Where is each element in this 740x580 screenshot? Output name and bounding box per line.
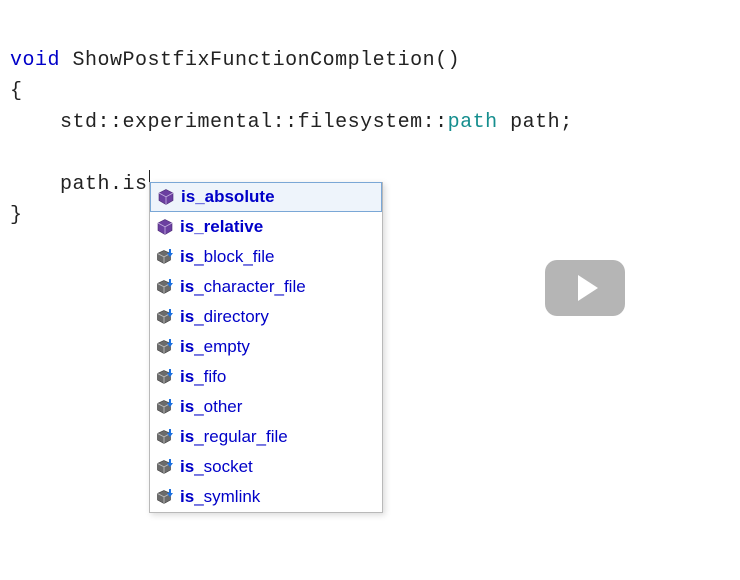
completion-item[interactable]: is_fifo [150,362,382,392]
completion-item[interactable]: is_regular_file [150,422,382,452]
completion-item[interactable]: is_socket [150,452,382,482]
extension-method-icon [156,398,174,416]
method-icon [156,218,174,236]
extension-method-icon [156,428,174,446]
extension-method-icon [156,248,174,266]
ns-filesystem: filesystem [298,111,423,134]
completion-item-label: is_absolute [181,187,275,207]
method-icon [157,188,175,206]
completion-item[interactable]: is_character_file [150,272,382,302]
extension-method-icon [156,488,174,506]
type-path: path [448,111,498,134]
completion-item[interactable]: is_absolute [150,182,382,212]
completion-item-label: is_directory [180,307,269,327]
completion-item-label: is_relative [180,217,263,237]
extension-method-icon [156,338,174,356]
completion-popup[interactable]: is_absolute is_relative is_block_file is_… [149,182,383,513]
keyword-void: void [10,49,60,72]
ns-experimental: experimental [123,111,273,134]
completion-item[interactable]: is_directory [150,302,382,332]
extension-method-icon [156,278,174,296]
completion-item-label: is_other [180,397,242,417]
brace-close: } [10,204,23,227]
completion-item-label: is_regular_file [180,427,288,447]
video-play-button[interactable] [545,260,625,316]
completion-item-label: is_symlink [180,487,260,507]
obj-path: path [60,173,110,196]
extension-method-icon [156,458,174,476]
function-name: ShowPostfixFunctionCompletion [73,49,436,72]
completion-item-label: is_fifo [180,367,226,387]
brace-open: { [10,80,23,103]
completion-item[interactable]: is_block_file [150,242,382,272]
play-icon [578,275,598,301]
completion-item[interactable]: is_relative [150,212,382,242]
completion-item-label: is_block_file [180,247,275,267]
parens: () [435,49,460,72]
completion-item[interactable]: is_symlink [150,482,382,512]
extension-method-icon [156,368,174,386]
completion-item-label: is_socket [180,457,253,477]
var-path: path [510,111,560,134]
typed-text: is [123,173,148,196]
indent [10,111,60,134]
completion-item[interactable]: is_empty [150,332,382,362]
ns-std: std [60,111,98,134]
completion-item-label: is_empty [180,337,250,357]
extension-method-icon [156,308,174,326]
indent [10,173,60,196]
completion-item-label: is_character_file [180,277,306,297]
completion-item[interactable]: is_other [150,392,382,422]
